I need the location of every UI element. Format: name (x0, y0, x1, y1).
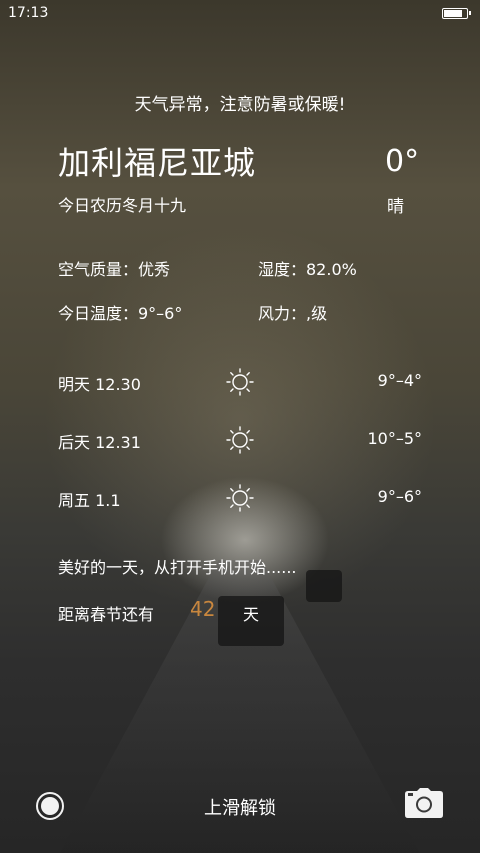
forecast-day-label: 后天 12.31 (58, 433, 141, 452)
forecast-temp: 10°–5° (367, 429, 422, 448)
slogan-text: 美好的一天，从打开手机开始...... (58, 558, 297, 577)
wind-level: 风力：,级 (258, 304, 328, 323)
forecast-day-label: 明天 12.30 (58, 375, 141, 394)
background-car-far (306, 570, 342, 602)
sun-icon (226, 426, 254, 454)
forecast-temp: 9°–6° (377, 487, 422, 506)
countdown-label: 距离春节还有 (58, 605, 155, 624)
sun-icon (226, 368, 254, 396)
humidity: 湿度：82.0% (258, 260, 357, 279)
air-quality: 空气质量：优秀 (58, 260, 171, 279)
battery-icon (442, 7, 471, 19)
status-bar: 17:13 (0, 0, 480, 26)
current-temperature: 0° (385, 144, 420, 179)
countdown-unit: 天 (243, 605, 260, 624)
lunar-date: 今日农历冬月十九 (58, 196, 187, 215)
countdown-days: 42 (190, 597, 216, 621)
sun-icon (226, 484, 254, 512)
forecast-temp: 9°–4° (377, 371, 422, 390)
status-time: 17:13 (8, 5, 49, 21)
battery-level (444, 9, 462, 17)
forecast-day-label: 周五 1.1 (58, 491, 121, 510)
weather-warning: 天气异常，注意防暑或保暖! (134, 95, 346, 115)
city-name: 加利福尼亚城 (58, 144, 257, 182)
weather-condition: 晴 (387, 197, 404, 217)
today-temperature: 今日温度：9°–6° (58, 304, 183, 323)
camera-icon[interactable] (404, 787, 444, 819)
